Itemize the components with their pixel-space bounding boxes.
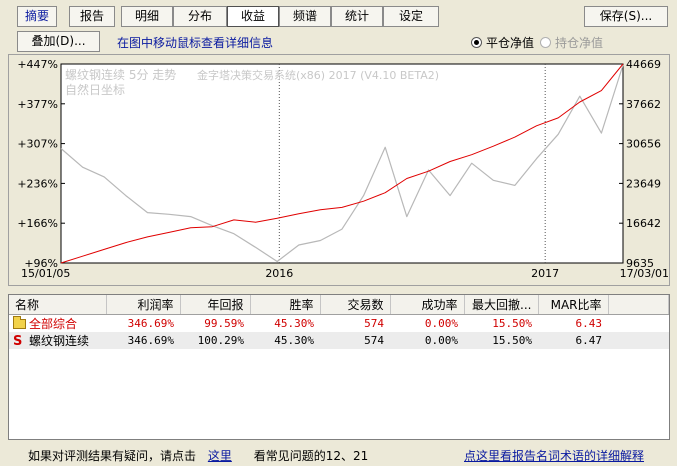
trades-cell: 574	[320, 331, 390, 349]
success-rate-cell: 0.00%	[424, 316, 458, 330]
faq-link[interactable]: 这里	[208, 449, 232, 463]
max-drawdown-cell: 15.50%	[492, 316, 532, 330]
radio-selected-icon	[471, 37, 482, 48]
hold-nav-radio: 持仓净值	[540, 34, 603, 51]
col-annual-return[interactable]: 年回报	[180, 295, 251, 315]
trades-cell: 574	[364, 316, 384, 330]
x-tick-label: 17/03/01	[620, 267, 669, 280]
chart-hint: 在图中移动鼠标查看详细信息	[117, 36, 274, 50]
table-header: 名称 利润率 年回报 胜率 交易数 成功率 最大回撤... MAR比率	[9, 295, 669, 315]
footer-prefix: 如果对评测结果有疑问，请点击	[28, 449, 197, 463]
plot-area	[60, 63, 624, 264]
chart-title: 螺纹钢连续 5分 走势	[65, 67, 176, 82]
flat-nav-label: 平仓净值	[486, 36, 535, 50]
tab-report[interactable]: 报告	[69, 6, 115, 27]
annual-return-cell: 100.29%	[180, 331, 250, 349]
col-trades[interactable]: 交易数	[320, 295, 391, 315]
y-right-tick-label: 23649	[626, 177, 661, 190]
y-right-tick-label: 30656	[626, 138, 661, 151]
max-drawdown-cell: 15.50%	[464, 331, 538, 349]
col-profit-rate[interactable]: 利润率	[106, 295, 181, 315]
col-success-rate[interactable]: 成功率	[390, 295, 465, 315]
col-mar-ratio[interactable]: MAR比率	[538, 295, 609, 315]
col-max-drawdown[interactable]: 最大回撤...	[464, 295, 539, 315]
tab-spectrum[interactable]: 频谱	[279, 6, 331, 27]
hold-nav-label: 持仓净值	[555, 36, 604, 50]
x-tick-label: 15/01/05	[21, 267, 70, 280]
tab-settings[interactable]: 设定	[383, 6, 439, 27]
chart-subtitle: 金字塔决策交易系统(x86) 2017 (V4.10 BETA2)	[197, 68, 439, 82]
y-right-tick-label: 44669	[626, 58, 661, 71]
returns-chart[interactable]: +447% 44669 +377% 37662 +307% 30656 +236% 23649…	[8, 54, 670, 286]
chart-svg[interactable]: +447% 44669 +377% 37662 +307% 30656 +236% 23649…	[9, 55, 671, 287]
mar-ratio-cell: 6.47	[538, 331, 608, 349]
footer-left: 如果对评测结果有疑问，请点击 这里 看常见问题的12、21	[28, 447, 368, 464]
profit-rate-cell: 346.69%	[106, 331, 180, 349]
chart-note: 自然日坐标	[65, 82, 125, 97]
s-icon: S	[13, 333, 23, 349]
tab-summary[interactable]: 摘要	[17, 6, 57, 27]
footer-suffix: 看常见问题的12、21	[253, 449, 369, 463]
y-left-tick-label: +377%	[17, 98, 58, 111]
y-right-tick-label: 37662	[626, 98, 661, 111]
y-left-tick-label: +307%	[17, 138, 58, 151]
col-name[interactable]: 名称	[9, 295, 107, 315]
col-filler	[608, 295, 669, 315]
x-tick-label: 2016	[265, 267, 293, 280]
overlay-button[interactable]: 叠加(D)...	[17, 31, 100, 52]
profit-rate-cell: 346.69%	[127, 316, 174, 330]
success-rate-cell: 0.00%	[390, 331, 464, 349]
tab-statistics[interactable]: 统计	[331, 6, 383, 27]
tab-details[interactable]: 明细	[121, 6, 173, 27]
tab-distribution[interactable]: 分布	[173, 6, 227, 27]
table-row[interactable]: S 螺纹钢连续 346.69% 100.29% 45.30% 574 0.00% …	[9, 331, 669, 349]
row-name: 全部综合	[29, 316, 78, 331]
save-button[interactable]: 保存(S)...	[584, 6, 668, 27]
y-left-tick-label: +447%	[17, 58, 58, 71]
glossary-link[interactable]: 点这里看报告名词术语的详细解释	[464, 447, 644, 464]
y-left-tick-label: +236%	[17, 177, 58, 190]
radio-unselected-icon	[540, 37, 551, 48]
mar-ratio-cell: 6.43	[575, 316, 603, 330]
row-name: 螺纹钢连续	[29, 333, 90, 348]
row-name-cell: 全部综合	[9, 314, 106, 332]
x-tick-label: 2017	[531, 267, 559, 280]
y-right-tick-label: 16642	[626, 217, 661, 230]
win-rate-cell: 45.30%	[250, 331, 320, 349]
table-row[interactable]: 全部综合 346.69% 99.59% 45.30% 574 0.00% 15.…	[9, 314, 669, 332]
results-table: 名称 利润率 年回报 胜率 交易数 成功率 最大回撤... MAR比率 全部综合…	[8, 294, 670, 440]
flat-nav-radio[interactable]: 平仓净值	[471, 34, 534, 51]
folder-icon	[13, 315, 26, 329]
annual-return-cell: 99.59%	[204, 316, 244, 330]
row-name-cell: S 螺纹钢连续	[9, 331, 106, 349]
win-rate-cell: 45.30%	[274, 316, 314, 330]
col-win-rate[interactable]: 胜率	[250, 295, 321, 315]
y-left-tick-label: +166%	[17, 217, 58, 230]
tab-returns[interactable]: 收益	[227, 6, 279, 27]
